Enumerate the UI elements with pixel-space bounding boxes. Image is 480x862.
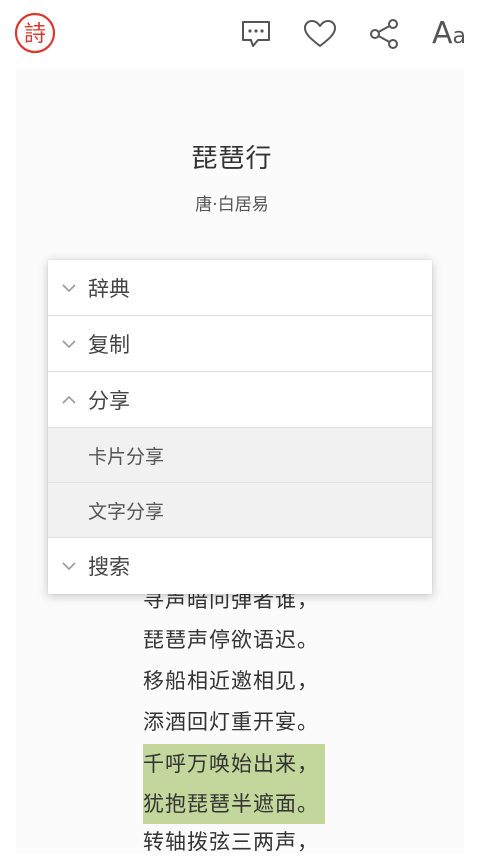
- chevron-down-icon: [62, 281, 76, 295]
- poem-line[interactable]: 转轴拨弦三两声，: [143, 822, 319, 862]
- menu-item-dictionary[interactable]: 辞典: [48, 260, 432, 316]
- comment-button[interactable]: [236, 14, 276, 54]
- font-size-icon: Aa: [431, 16, 466, 51]
- svg-text:詩: 詩: [24, 22, 46, 47]
- poem-line[interactable]: 添酒回灯重开宴。: [143, 702, 319, 742]
- menu-item-search[interactable]: 搜索: [48, 538, 432, 594]
- chevron-down-icon: [62, 337, 76, 351]
- font-size-button[interactable]: Aa: [426, 14, 472, 54]
- menu-item-label: 搜索: [88, 555, 130, 579]
- share-icon: [370, 19, 398, 49]
- seal-logo-icon: 詩: [14, 12, 56, 54]
- top-toolbar: 詩 Aa: [0, 0, 480, 68]
- comment-icon: [242, 21, 270, 47]
- heart-icon: [304, 20, 336, 47]
- submenu-item-text-share[interactable]: 文字分享: [48, 483, 432, 538]
- favorite-button[interactable]: [300, 14, 340, 54]
- poem-line-highlighted[interactable]: 千呼万唤始出来，: [143, 744, 325, 784]
- app-logo[interactable]: 詩: [14, 12, 56, 54]
- menu-item-copy[interactable]: 复制: [48, 316, 432, 372]
- share-button[interactable]: [364, 14, 404, 54]
- poem-line-highlighted[interactable]: 犹抱琵琶半遮面。: [143, 784, 325, 824]
- poem-title: 琵琶行: [191, 144, 273, 174]
- selection-context-menu: 辞典 复制 分享 卡片分享 文字分享 搜索: [48, 260, 432, 594]
- chevron-down-icon: [62, 559, 76, 573]
- menu-item-label: 复制: [88, 332, 130, 357]
- poem-page: 詩 Aa 琵琶行 唐·白居易 寻声暗问弹者谁， 琵琶声停欲语迟。 移船相近邀相见…: [0, 0, 480, 854]
- poem-author: 唐·白居易: [195, 195, 269, 215]
- menu-item-label: 辞典: [88, 276, 130, 301]
- submenu-item-card-share[interactable]: 卡片分享: [48, 428, 432, 483]
- menu-item-label: 分享: [88, 388, 130, 413]
- menu-item-share[interactable]: 分享: [48, 372, 432, 428]
- poem-line[interactable]: 琵琶声停欲语迟。: [143, 620, 319, 660]
- chevron-up-icon: [62, 393, 76, 407]
- poem-line[interactable]: 移船相近邀相见，: [143, 661, 319, 701]
